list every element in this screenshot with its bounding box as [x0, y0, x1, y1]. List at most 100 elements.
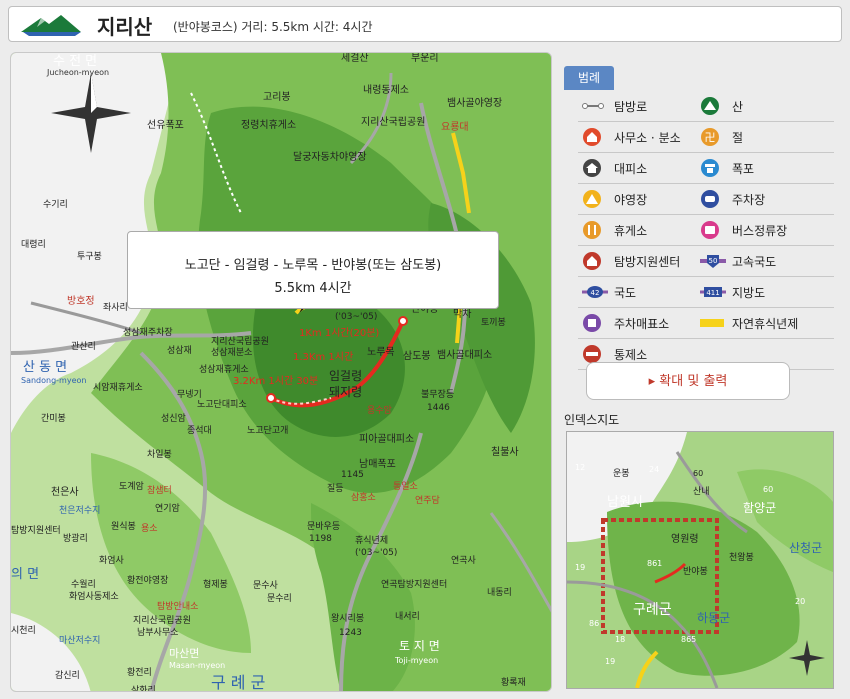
map-place-label: 산 동 면 [23, 360, 67, 375]
map-place-label: 간미봉 [41, 413, 66, 424]
map-place-label: 탐방지원센터 [11, 524, 61, 536]
enlarge-print-button[interactable]: ▸ 확대 및 출력 [586, 362, 790, 400]
index-map-label: 60 [693, 469, 703, 478]
legend-item-label: 지방도 [732, 286, 766, 300]
legend-item: 폭포 [688, 154, 806, 182]
map-place-label: 종석대 [187, 425, 212, 436]
index-map-label: 하동군 [697, 611, 730, 625]
map-place-label: 투구봉 [77, 251, 102, 262]
legend-item-label: 폭포 [732, 162, 755, 176]
course-distance-time: 5.5km 4시간 [274, 281, 352, 296]
trail-map[interactable]: 수 전 면 Jucheon-myeon 세걸산 부운리 고리봉 내령동제소 뱀사골야영장 선유… [10, 52, 552, 692]
index-map-label: 60 [763, 485, 773, 494]
map-place-label: 뱀사골야영장 [447, 97, 502, 109]
index-map-label: 24 [649, 465, 659, 474]
map-place-label: 참샘터 [147, 485, 172, 496]
legend-item: 주차장 [688, 185, 806, 213]
map-place-label: 삼홍소 [351, 491, 376, 503]
rest-year-icon [700, 313, 724, 333]
map-place-label: 성삼재주차장 [123, 326, 173, 338]
map-place-label: 천은저수지 [59, 505, 100, 516]
index-map-label: 산청군 [789, 541, 822, 555]
map-place-label: 천은사 [51, 486, 79, 498]
map-place-label: 1198 [309, 534, 332, 544]
map-place-label: 연곡탐방지원센터 [381, 578, 447, 590]
index-map-label: 86 [589, 619, 599, 628]
map-place-label: 질등 [327, 482, 344, 494]
index-map-label: 함양군 [743, 501, 776, 515]
index-map-label: 영원령 [671, 533, 699, 545]
index-map-label: 산내 [693, 486, 710, 497]
legend-divider [578, 307, 834, 308]
map-place-label: ('03~'05) [335, 312, 377, 322]
legend-item-label: 고속국도 [732, 255, 777, 269]
legend-item: 탐방로 [570, 92, 688, 120]
map-place-label: 방광리 [63, 532, 88, 544]
map-place-label: 수월리 [71, 578, 96, 590]
rest-area-icon [582, 220, 602, 240]
legend-item-label: 자연휴식년제 [732, 317, 799, 331]
map-place-label: 원식봉 [111, 521, 136, 532]
svg-text:50: 50 [709, 257, 718, 265]
legend-divider [578, 183, 834, 184]
map-place-label: 지리산국립공원 [133, 615, 191, 626]
map-place-label: 지리산국립공원 [361, 115, 425, 128]
map-place-label: 지리산국립공원 [211, 336, 269, 347]
map-place-label: 성신암 [161, 412, 186, 424]
map-place-label: 요룡대 [441, 121, 469, 133]
map-place-label: 마산저수지 [59, 635, 100, 646]
map-place-label: 1Km 1시간(20분) [299, 327, 379, 339]
page-title: 지리산 [97, 15, 153, 39]
expressway-icon: 50 [700, 251, 726, 271]
legend-item-label: 버스정류장 [732, 224, 788, 238]
index-map-label: 반야봉 [683, 566, 708, 577]
map-place-label: 삼도봉 [403, 350, 431, 362]
map-place-label: 뱀사골대피소 [437, 349, 492, 361]
map-place-label: 수 전 면 [53, 54, 97, 69]
course-route-text: 노고단 - 임걸령 - 노루목 - 반야봉(또는 삼도봉) [184, 258, 442, 273]
map-place-label: 성삼재분소 [211, 347, 252, 358]
map-place-label: 좌사리 [103, 302, 128, 313]
map-place-label: 남부사무소 [137, 627, 178, 638]
legend-item: 버스정류장 [688, 216, 806, 244]
index-map-label: 20 [795, 597, 805, 606]
mountain-logo-icon [21, 15, 81, 36]
map-place-label: 연주담 [415, 494, 440, 506]
map-place-label: 돼지령 [329, 385, 362, 399]
map-place-label: 토끼봉 [481, 317, 506, 328]
map-place-label: 3.2Km 1시간 30분 [233, 375, 318, 387]
map-place-label: 성삼재휴게소 [199, 364, 249, 375]
map-place-label: 탐방안내소 [157, 600, 198, 612]
map-place-label: 황전리 [127, 667, 152, 678]
legend-item: 사무소 · 분소 [570, 123, 688, 151]
map-place-label: 구 례 군 [211, 673, 265, 692]
map-place-label: ('03~'05) [355, 548, 397, 558]
map-place-label: 휴식년제 [355, 535, 388, 546]
map-place-label: 삼화리 [131, 685, 156, 692]
national-road-icon: 42 [582, 282, 608, 302]
legend-item-label: 야영장 [614, 193, 648, 207]
legend-divider [578, 121, 834, 122]
index-map-label: 천왕봉 [729, 552, 754, 563]
trail-icon [582, 96, 604, 116]
map-place-label: 시암재휴게소 [93, 381, 143, 393]
map-place-label: 통일소 [393, 481, 418, 492]
legend-item-label: 탐방로 [614, 100, 648, 114]
legend-tab[interactable]: 범례 [564, 66, 614, 90]
course-info-popup: 노고단 - 임걸령 - 노루목 - 반야봉(또는 삼도봉) 5.5km 4시간 [127, 231, 499, 309]
print-button-label: 확대 및 출력 [659, 374, 728, 389]
map-place-label: 화엄사 [99, 554, 125, 566]
index-map-label: 865 [681, 635, 696, 644]
legend-item: 411 지방도 [688, 278, 806, 306]
checkpoint-icon [582, 344, 602, 364]
legend-item: 卍절 [688, 123, 806, 151]
map-place-label: 무넹기 [177, 389, 202, 400]
map-place-label: 관산리 [71, 341, 96, 352]
local-road-icon: 411 [700, 282, 726, 302]
map-place-label: 용수암 [367, 404, 392, 416]
map-place-label: Jucheon-myeon [46, 68, 109, 77]
index-map[interactable]: 남원시 운봉 24 60 산내 60 함양군 12 영원령 천왕봉 산청군 19 861 반야봉 구례군 하동… [566, 431, 834, 689]
legend-divider [578, 214, 834, 215]
parking-icon [700, 189, 720, 209]
legend-item-label: 주차매표소 [614, 317, 670, 331]
